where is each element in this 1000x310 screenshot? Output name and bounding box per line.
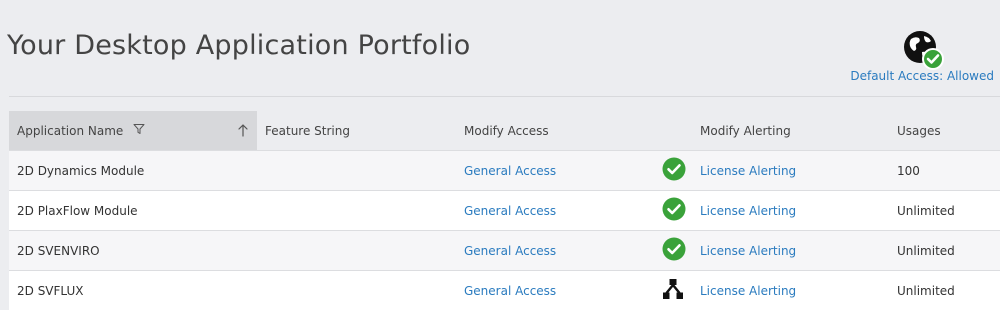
general-access-link[interactable]: General Access [464,164,556,178]
application-table: Application Name Feature String Modify A… [9,111,1000,310]
general-access-link[interactable]: General Access [464,204,556,218]
column-header-usages[interactable]: Usages [889,111,1000,151]
cell-application-name: 2D Dynamics Module [9,150,257,191]
column-header-modify-access[interactable]: Modify Access [456,111,654,151]
cell-modify-alerting: License Alerting [692,190,889,231]
cell-status [654,190,692,231]
license-alerting-link[interactable]: License Alerting [700,204,796,218]
general-access-link[interactable]: General Access [464,244,556,258]
green-check-icon [662,157,686,184]
cell-modify-alerting: License Alerting [692,270,889,310]
table-row: 2D PlaxFlow Module General Access Licens… [9,190,1000,231]
column-header-application-name[interactable]: Application Name [9,111,257,151]
table-header-row: Application Name Feature String Modify A… [9,111,1000,151]
cell-status [654,150,692,191]
cell-modify-access: General Access [456,150,654,191]
cell-status [654,230,692,271]
license-alerting-link[interactable]: License Alerting [700,284,796,298]
cell-application-name: 2D PlaxFlow Module [9,190,257,231]
cell-usages: Unlimited [889,230,1000,271]
table-row: 2D Dynamics Module General Access Licens… [9,150,1000,191]
general-access-link[interactable]: General Access [464,284,556,298]
cell-application-name: 2D SVFLUX [9,270,257,310]
page-title: Your Desktop Application Portfolio [7,30,471,61]
cell-feature-string [257,230,456,271]
cell-modify-access: General Access [456,230,654,271]
cell-usages: Unlimited [889,190,1000,231]
license-alerting-link[interactable]: License Alerting [700,244,796,258]
sort-ascending-icon[interactable] [237,123,249,140]
license-alerting-link[interactable]: License Alerting [700,164,796,178]
hierarchy-icon [662,278,684,303]
cell-modify-access: General Access [456,270,654,310]
table-row: 2D SVFLUX General Access License Alertin… [9,270,1000,310]
green-check-icon [662,197,686,224]
column-header-label: Application Name [17,123,124,138]
cell-feature-string [257,150,456,191]
cell-usages: Unlimited [889,270,1000,310]
column-header-modify-alerting[interactable]: Modify Alerting [692,111,889,151]
filter-icon[interactable] [133,123,145,138]
cell-modify-access: General Access [456,190,654,231]
cell-status [654,270,692,310]
globe-check-icon [902,30,946,72]
cell-feature-string [257,270,456,310]
cell-application-name: 2D SVENVIRO [9,230,257,271]
cell-modify-alerting: License Alerting [692,230,889,271]
default-access-link[interactable]: Default Access: Allowed [850,69,994,83]
green-check-icon [662,237,686,264]
portfolio-page: Your Desktop Application Portfolio Defau… [0,0,1000,310]
cell-feature-string [257,190,456,231]
cell-usages: 100 [889,150,1000,191]
cell-modify-alerting: License Alerting [692,150,889,191]
column-header-status [654,111,692,151]
table-row: 2D SVENVIRO General Access License Alert… [9,230,1000,271]
column-header-feature-string[interactable]: Feature String [257,111,456,151]
header-divider [9,96,1000,97]
